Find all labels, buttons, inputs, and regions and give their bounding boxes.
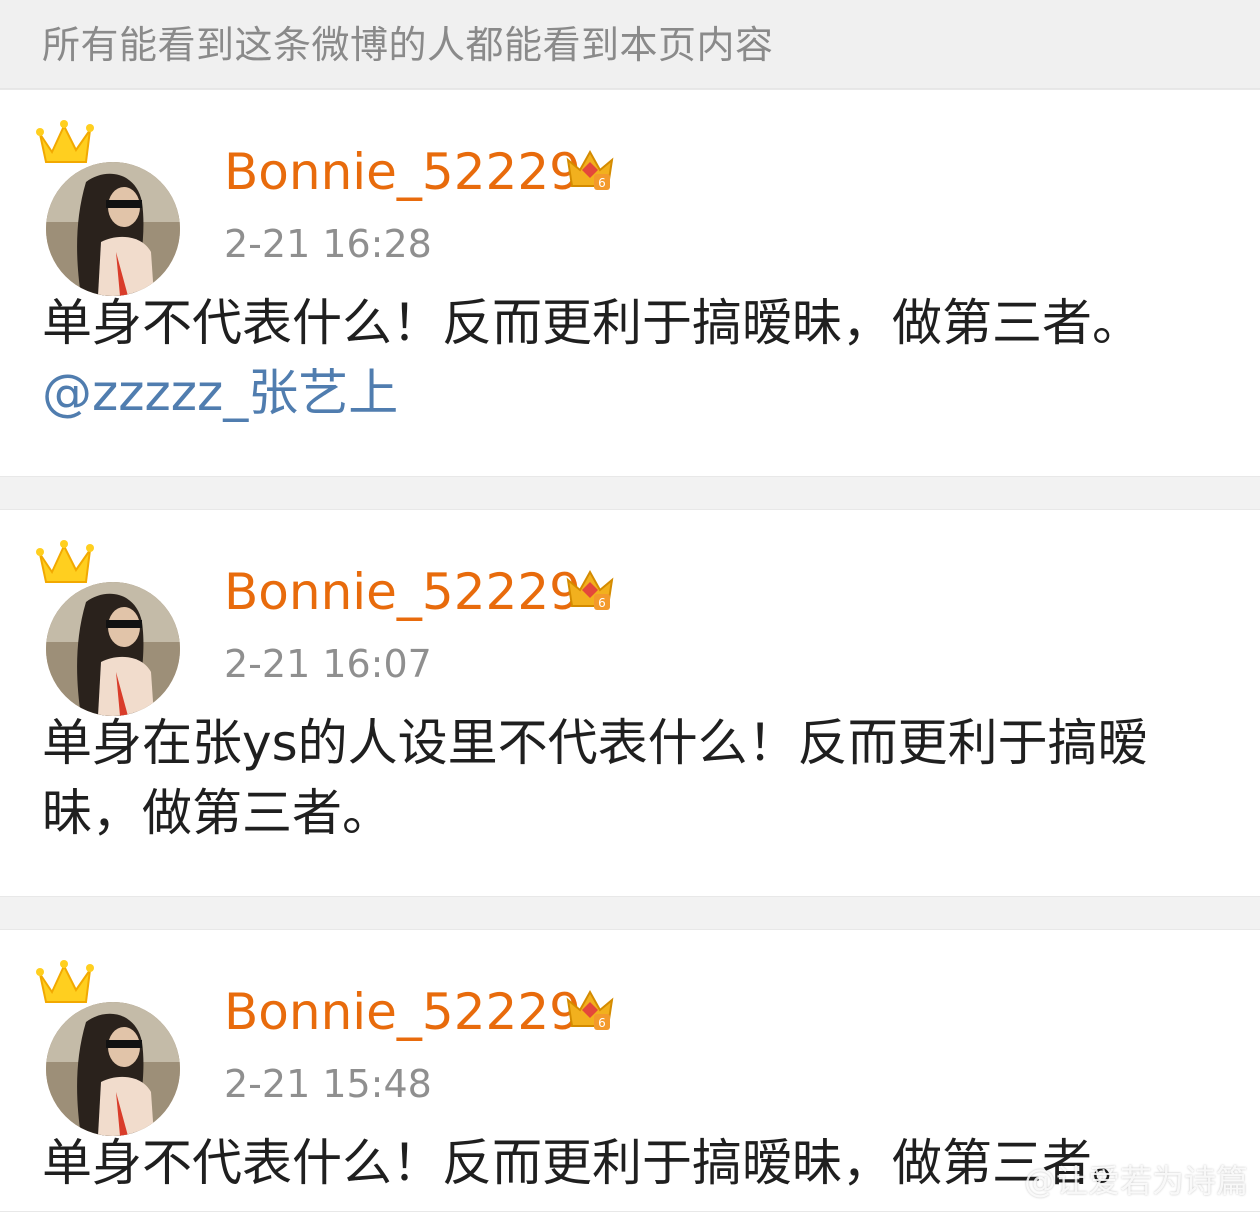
comment-text: 单身在张ys的人设里不代表什么！反而更利于搞暧昧，做第三者。: [42, 708, 1212, 848]
comment-item[interactable]: Bonnie_52229 6 2-21 16:28 单身不代表什么！反而更利于搞…: [0, 89, 1260, 477]
username-link[interactable]: Bonnie_52229: [224, 560, 581, 624]
weibo-watermark: @让爱若为诗篇: [1023, 1162, 1248, 1200]
avatar-block[interactable]: [34, 532, 184, 716]
vip-crown-icon: [36, 540, 94, 583]
member-level-badge-icon[interactable]: 6: [564, 144, 616, 196]
user-avatar[interactable]: [46, 582, 180, 716]
comment-item[interactable]: Bonnie_52229 6 2-21 15:48 单身不代表什么！反而更利于搞…: [0, 929, 1260, 1212]
mention-link[interactable]: @zzzzz_张艺上: [42, 358, 1212, 428]
comment-item[interactable]: Bonnie_52229 6 2-21 16:07 单身在张ys的人设里不代表什…: [0, 509, 1260, 897]
avatar-block[interactable]: [34, 952, 184, 1136]
member-level-badge-icon[interactable]: 6: [564, 984, 616, 1036]
comment-body: 单身在张ys的人设里不代表什么！反而更利于搞暧昧，做第三者。: [42, 714, 1148, 842]
user-avatar[interactable]: [46, 1002, 180, 1136]
username-link[interactable]: Bonnie_52229: [224, 140, 581, 204]
svg-text:6: 6: [598, 176, 606, 190]
visibility-notice-text: 所有能看到这条微博的人都能看到本页内容: [42, 23, 774, 67]
svg-text:6: 6: [598, 1016, 606, 1030]
avatar-block[interactable]: [34, 112, 184, 296]
vip-crown-icon: [36, 960, 94, 1003]
comment-body: 单身不代表什么！反而更利于搞暧昧，做第三者。: [42, 294, 1142, 352]
comment-text: 单身不代表什么！反而更利于搞暧昧，做第三者。 @zzzzz_张艺上: [42, 288, 1212, 428]
visibility-notice-bar: 所有能看到这条微博的人都能看到本页内容: [0, 0, 1260, 89]
username-link[interactable]: Bonnie_52229: [224, 980, 581, 1044]
post-time: 2-21 16:07: [224, 642, 432, 686]
svg-text:6: 6: [598, 596, 606, 610]
user-avatar[interactable]: [46, 162, 180, 296]
vip-crown-icon: [36, 120, 94, 163]
post-time: 2-21 15:48: [224, 1062, 432, 1106]
member-level-badge-icon[interactable]: 6: [564, 564, 616, 616]
post-time: 2-21 16:28: [224, 222, 432, 266]
